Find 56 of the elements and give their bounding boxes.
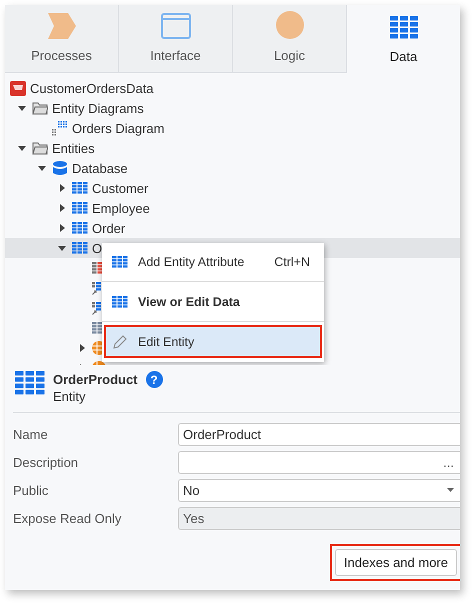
menu-item[interactable]: View or Edit Data: [104, 285, 322, 318]
tab[interactable]: Data: [347, 5, 460, 73]
expanded-arrow-icon[interactable]: [18, 106, 26, 110]
tree-item[interactable]: Order: [92, 220, 126, 236]
entity-icon: [72, 242, 88, 254]
collapsed-arrow-icon[interactable]: [60, 224, 64, 232]
entity-icon: [72, 222, 88, 234]
grid-icon: [390, 16, 418, 40]
tab[interactable]: Processes: [5, 5, 119, 73]
tab[interactable]: Interface: [119, 5, 233, 73]
dropdown[interactable]: No: [178, 478, 460, 502]
pencil-icon: [112, 334, 128, 350]
expanded-arrow-icon[interactable]: [58, 246, 66, 250]
caret-icon: [447, 488, 454, 492]
property-label: Public: [13, 482, 50, 498]
expanded-arrow-icon[interactable]: [38, 166, 46, 170]
property-label: Name: [13, 426, 49, 442]
database-icon: [52, 160, 68, 176]
tree-item[interactable]: Employee: [92, 200, 150, 216]
collapsed-arrow-icon[interactable]: [60, 184, 64, 192]
property-label: Expose Read Only: [13, 510, 122, 526]
reference-icon: [92, 282, 101, 294]
help-icon[interactable]: ?: [146, 371, 163, 388]
entity-icon: [72, 202, 88, 214]
tree-item[interactable]: Entity Diagrams: [52, 100, 144, 116]
entity-icon: [72, 182, 88, 194]
tree-item[interactable]: CustomerOrdersData: [30, 80, 154, 96]
tree-item[interactable]: Customer: [92, 180, 148, 196]
tree-item[interactable]: Database: [72, 160, 128, 176]
menu-item[interactable]: Add Entity Attribute Ctrl+N: [104, 245, 322, 278]
menu-item[interactable]: Edit Entity: [104, 325, 322, 358]
chevron-icon: [48, 13, 76, 39]
expanded-arrow-icon[interactable]: [18, 146, 26, 150]
diagram-icon: [52, 120, 68, 136]
folder-icon: [32, 142, 48, 154]
property-label: Description: [13, 454, 80, 470]
collapsed-arrow-icon[interactable]: [60, 204, 64, 212]
tree-item[interactable]: Orders Diagram: [72, 120, 164, 136]
entity-name: OrderProduct: [53, 372, 138, 387]
indexes-button[interactable]: Indexes and more: [334, 549, 457, 576]
tree-item[interactable]: O: [92, 240, 102, 256]
cart-icon: [10, 80, 26, 96]
input-field[interactable]: OrderProduct: [178, 422, 460, 446]
tab[interactable]: Logic: [233, 5, 347, 73]
reference-icon: [92, 302, 101, 314]
input-field[interactable]: ...: [178, 450, 460, 474]
collapsed-arrow-icon[interactable]: [80, 344, 84, 352]
tree-item[interactable]: Entities: [52, 140, 95, 156]
entity-icon: [15, 371, 45, 395]
folder-icon: [32, 102, 48, 114]
window-icon: [160, 13, 190, 39]
entity-type: Entity: [53, 389, 87, 404]
entity-icon: [112, 296, 128, 308]
entity-icon: [112, 256, 128, 268]
circle-icon: [276, 11, 304, 39]
readonly-field: Yes: [178, 506, 460, 530]
